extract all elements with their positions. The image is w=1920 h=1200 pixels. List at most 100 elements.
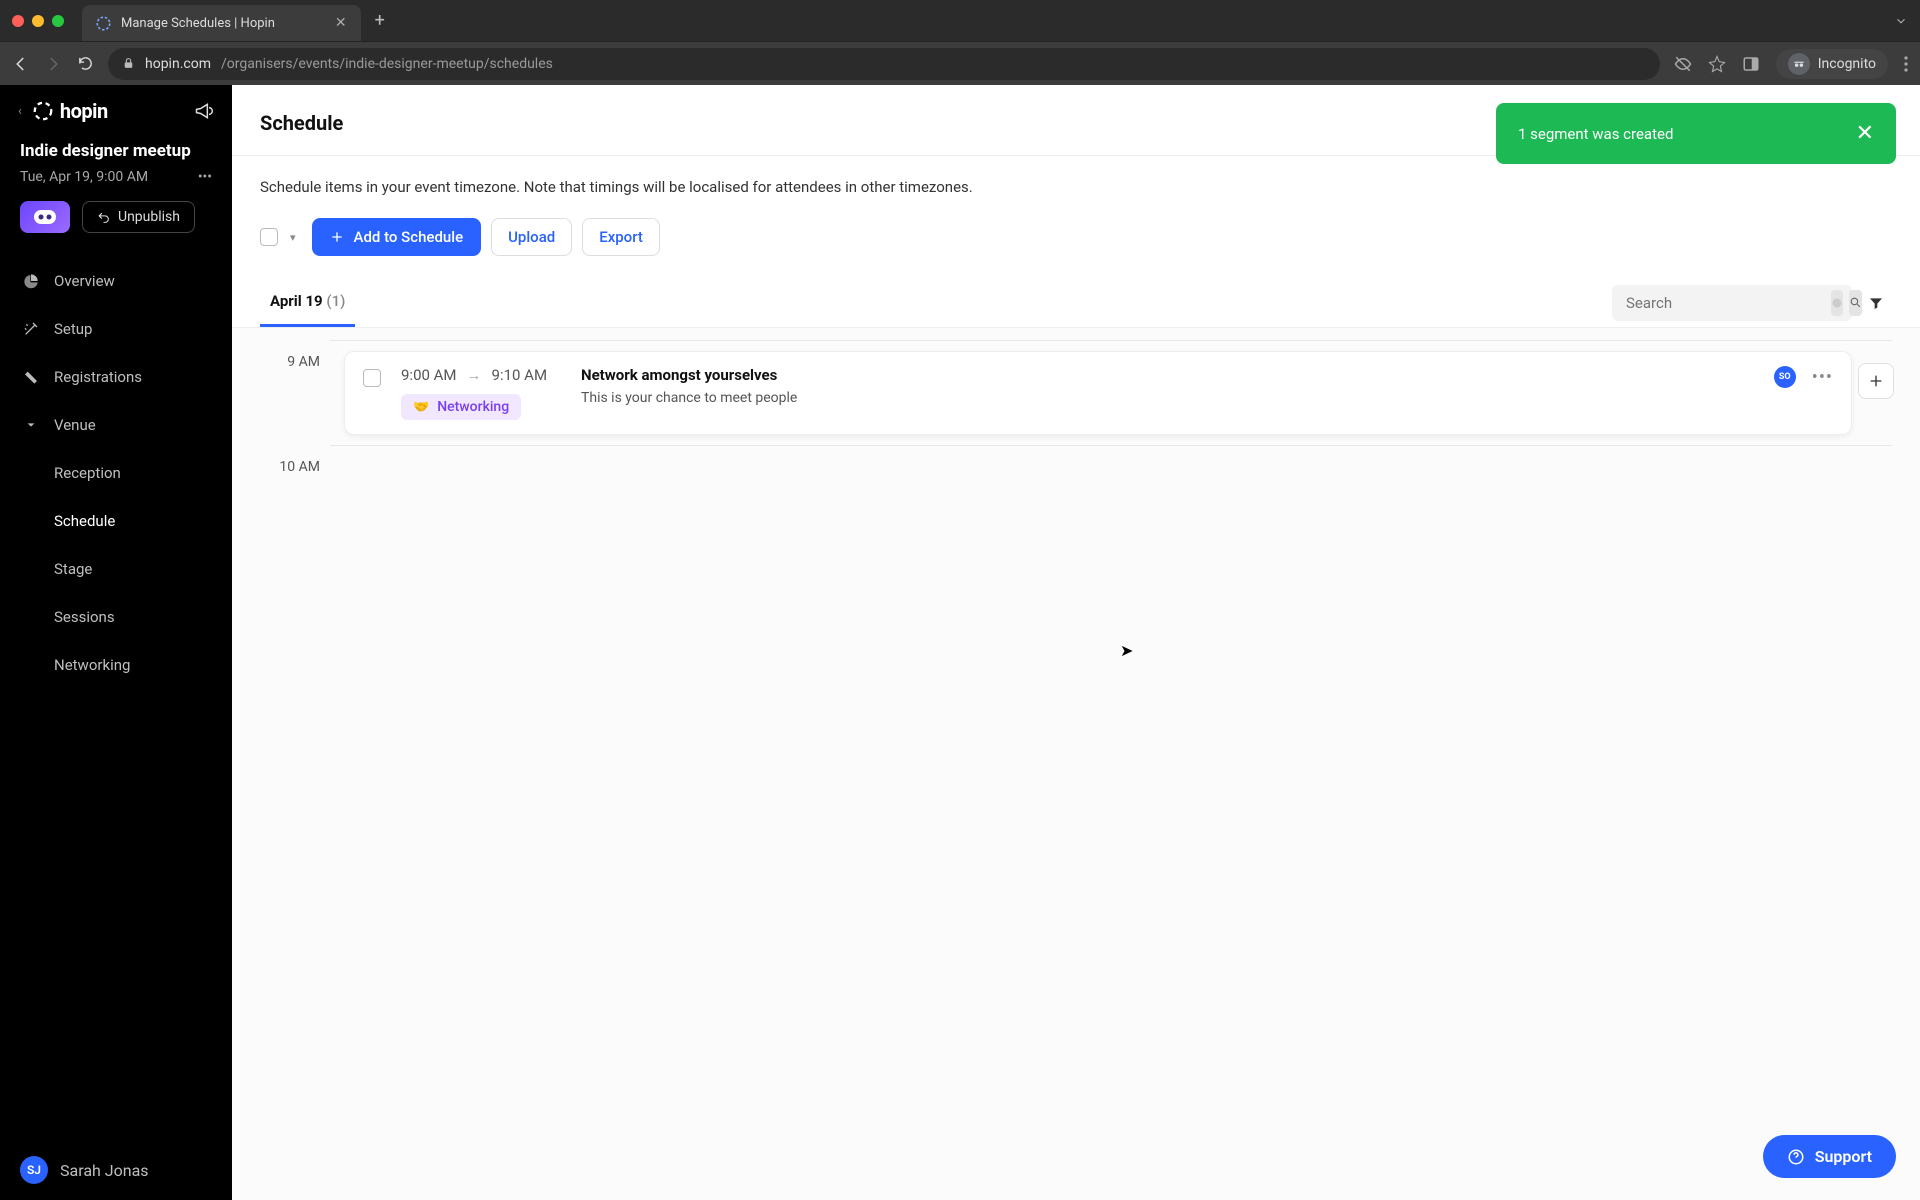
main-content: Schedule Schedule items in your event ti…: [232, 85, 1920, 1200]
new-tab-button[interactable]: +: [375, 10, 385, 31]
arrow-right-icon: →: [467, 366, 482, 384]
forward-icon[interactable]: [44, 55, 62, 73]
toolbar: ▾ Add to Schedule Upload Export: [232, 196, 1920, 278]
add-segment-button[interactable]: [1858, 363, 1894, 399]
hopin-logo-icon: [32, 100, 54, 122]
time-lane-9am: 9:00 AM → 9:10 AM 🤝 Networking Network a…: [330, 340, 1892, 445]
tag-label: Networking: [437, 399, 509, 415]
add-to-schedule-button[interactable]: Add to Schedule: [312, 218, 482, 256]
lock-icon: [122, 57, 135, 70]
sidebar-item-overview[interactable]: Overview: [0, 257, 232, 305]
chevron-left-icon[interactable]: ‹: [18, 104, 22, 119]
select-all-checkbox[interactable]: [260, 228, 278, 246]
maximize-window-icon[interactable]: [52, 15, 64, 27]
upload-button[interactable]: Upload: [491, 218, 572, 256]
support-label: Support: [1815, 1147, 1872, 1166]
nav-label: Schedule: [54, 512, 115, 530]
date-tab[interactable]: April 19 (1): [260, 278, 355, 327]
kebab-menu-icon[interactable]: [1904, 56, 1908, 72]
sidebar-item-registrations[interactable]: Registrations: [0, 353, 232, 401]
button-label: Upload: [508, 228, 555, 246]
caret-down-icon: [22, 420, 40, 430]
reload-icon[interactable]: [76, 55, 94, 73]
start-time: 9:00 AM: [401, 366, 457, 384]
handshake-icon: 🤝: [413, 400, 429, 415]
nav-label: Stage: [54, 560, 92, 578]
window-controls: [12, 15, 64, 27]
sidebar-item-reception[interactable]: Reception: [0, 449, 232, 497]
button-label: Add to Schedule: [354, 228, 464, 246]
segment-tag: 🤝 Networking: [401, 394, 521, 420]
favicon-icon: [96, 16, 111, 31]
event-more-icon[interactable]: •••: [198, 169, 212, 185]
time-lane-10am: [330, 445, 1892, 543]
sidebar-item-setup[interactable]: Setup: [0, 305, 232, 353]
tabs-dropdown-icon[interactable]: [1894, 14, 1908, 28]
schedule-item-title: Network amongst yourselves: [581, 366, 1754, 384]
toast-close-icon[interactable]: ✕: [1856, 121, 1874, 146]
event-avatar[interactable]: [20, 201, 70, 233]
star-icon[interactable]: [1708, 55, 1726, 73]
browser-tab[interactable]: Manage Schedules | Hopin ✕: [82, 5, 361, 41]
speaker-avatar: SO: [1774, 366, 1796, 388]
support-button[interactable]: Support: [1763, 1135, 1896, 1178]
minimize-window-icon[interactable]: [32, 15, 44, 27]
nav-label: Reception: [54, 464, 121, 482]
select-dropdown-icon[interactable]: ▾: [290, 231, 296, 244]
panel-icon[interactable]: [1742, 55, 1760, 73]
browser-address-bar: hopin.com/organisers/events/indie-design…: [0, 41, 1920, 85]
pie-chart-icon: [22, 273, 40, 289]
success-toast: 1 segment was created ✕: [1496, 103, 1896, 164]
schedule-card-checkbox[interactable]: [363, 369, 381, 387]
sidebar-item-stage[interactable]: Stage: [0, 545, 232, 593]
button-label: Export: [599, 228, 643, 246]
unpublish-button[interactable]: Unpublish: [82, 201, 195, 233]
schedule-times: 9:00 AM → 9:10 AM: [401, 366, 561, 384]
nav-label: Sessions: [54, 608, 115, 626]
schedule-item-more-icon[interactable]: •••: [1812, 367, 1833, 388]
search-input[interactable]: [1626, 294, 1825, 312]
date-tabs-row: April 19 (1): [232, 278, 1920, 328]
back-icon[interactable]: [12, 55, 30, 73]
end-time: 9:10 AM: [492, 366, 548, 384]
search-box[interactable]: [1612, 285, 1852, 321]
wand-icon: [22, 321, 40, 337]
ticket-icon: [22, 369, 40, 385]
search-clear-button[interactable]: [1831, 290, 1843, 316]
time-label-10am: 10 AM: [260, 445, 330, 475]
nav-label: Venue: [54, 416, 96, 434]
export-button[interactable]: Export: [582, 218, 660, 256]
filter-icon[interactable]: [1868, 295, 1884, 311]
nav-label: Overview: [54, 272, 115, 290]
plus-icon: [330, 230, 344, 244]
schedule-item-description: This is your chance to meet people: [581, 390, 1754, 406]
event-datetime: Tue, Apr 19, 9:00 AM: [20, 169, 148, 185]
incognito-label: Incognito: [1818, 56, 1876, 72]
brand-name: hopin: [60, 99, 108, 123]
help-icon: [1787, 1148, 1805, 1166]
megaphone-icon[interactable]: [194, 101, 214, 121]
schedule-card[interactable]: 9:00 AM → 9:10 AM 🤝 Networking Network a…: [344, 351, 1852, 435]
timeline: 9 AM 9:00 AM → 9:10 AM 🤝 Net: [232, 328, 1920, 1200]
date-tab-label: April 19: [270, 292, 323, 310]
sidebar-item-sessions[interactable]: Sessions: [0, 593, 232, 641]
url-field[interactable]: hopin.com/organisers/events/indie-design…: [108, 48, 1660, 80]
sidebar-item-networking[interactable]: Networking: [0, 641, 232, 689]
sidebar-user[interactable]: SJ Sarah Jonas: [0, 1140, 232, 1200]
brand-logo[interactable]: ‹ hopin: [18, 99, 108, 123]
sidebar-item-venue[interactable]: Venue: [0, 401, 232, 449]
nav-label: Networking: [54, 656, 130, 674]
url-host: hopin.com: [145, 56, 211, 72]
sidebar-item-schedule[interactable]: Schedule: [0, 497, 232, 545]
close-window-icon[interactable]: [12, 15, 24, 27]
nav-label: Setup: [54, 320, 92, 338]
tab-close-icon[interactable]: ✕: [335, 15, 347, 31]
eye-off-icon[interactable]: [1674, 55, 1692, 73]
nav-label: Registrations: [54, 368, 142, 386]
incognito-badge[interactable]: Incognito: [1776, 49, 1888, 79]
event-title: Indie designer meetup: [20, 141, 212, 161]
unpublish-label: Unpublish: [118, 209, 180, 225]
search-submit-button[interactable]: [1849, 290, 1862, 316]
user-name: Sarah Jonas: [60, 1161, 149, 1180]
tab-title: Manage Schedules | Hopin: [121, 16, 275, 31]
